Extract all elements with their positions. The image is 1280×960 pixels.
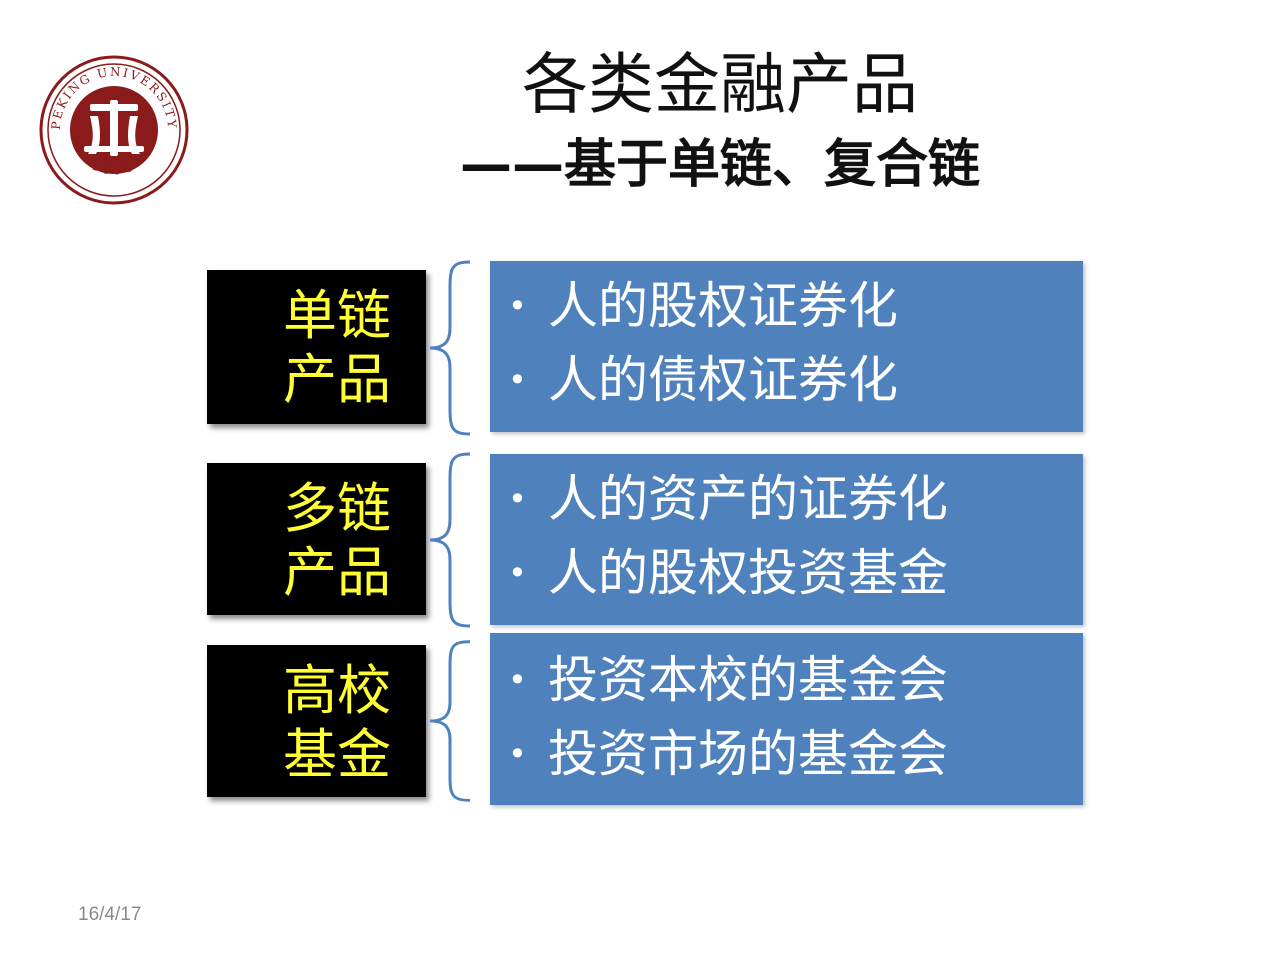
list-item: • 投资本校的基金会 — [508, 643, 1083, 717]
list-item-text: 人的股权证券化 — [548, 277, 898, 335]
list-item-text: 人的股权投资基金 — [548, 544, 948, 602]
list-item-text: 投资市场的基金会 — [548, 725, 948, 783]
list-item-text: 投资本校的基金会 — [548, 651, 948, 709]
category-box-single-chain: 单链 产品 — [207, 270, 426, 424]
category-box-multi-chain: 多链 产品 — [207, 463, 426, 615]
list-item-text: 人的债权证券化 — [548, 351, 898, 409]
category-label-line2: 基金 — [283, 723, 391, 786]
content-box-single-chain: • 人的股权证券化 • 人的债权证券化 — [490, 261, 1083, 432]
list-item: • 人的资产的证券化 — [508, 462, 1083, 536]
bullet-icon: • — [508, 480, 527, 518]
slide-title: 各类金融产品 — [522, 46, 918, 123]
slide-subtitle: ——基于单链、复合链 — [459, 135, 980, 195]
bullet-icon: • — [508, 735, 527, 773]
bullet-icon: • — [508, 661, 527, 699]
brace-icon — [429, 640, 471, 802]
brace-icon — [429, 260, 471, 436]
category-label-line1: 高校 — [283, 659, 391, 722]
category-label-line1: 单链 — [283, 284, 391, 347]
bullet-icon: • — [508, 361, 527, 399]
list-item: • 投资市场的基金会 — [508, 717, 1083, 791]
category-label-line2: 产品 — [283, 541, 391, 604]
category-label-line1: 多链 — [283, 477, 391, 540]
list-item: • 人的股权证券化 — [508, 269, 1083, 343]
peking-university-logo: PEKING UNIVERSITY 1898 — [39, 55, 189, 205]
category-box-university-fund: 高校 基金 — [207, 645, 426, 797]
content-box-university-fund: • 投资本校的基金会 • 投资市场的基金会 — [490, 633, 1083, 805]
list-item: • 人的股权投资基金 — [508, 536, 1083, 610]
content-box-multi-chain: • 人的资产的证券化 • 人的股权投资基金 — [490, 454, 1083, 625]
bullet-icon: • — [508, 554, 527, 592]
list-item-text: 人的资产的证券化 — [548, 470, 948, 528]
brace-icon — [429, 452, 471, 628]
category-label-line2: 产品 — [283, 348, 391, 411]
list-item: • 人的债权证券化 — [508, 343, 1083, 417]
slide-date: 16/4/17 — [78, 904, 142, 925]
bullet-icon: • — [508, 287, 527, 325]
